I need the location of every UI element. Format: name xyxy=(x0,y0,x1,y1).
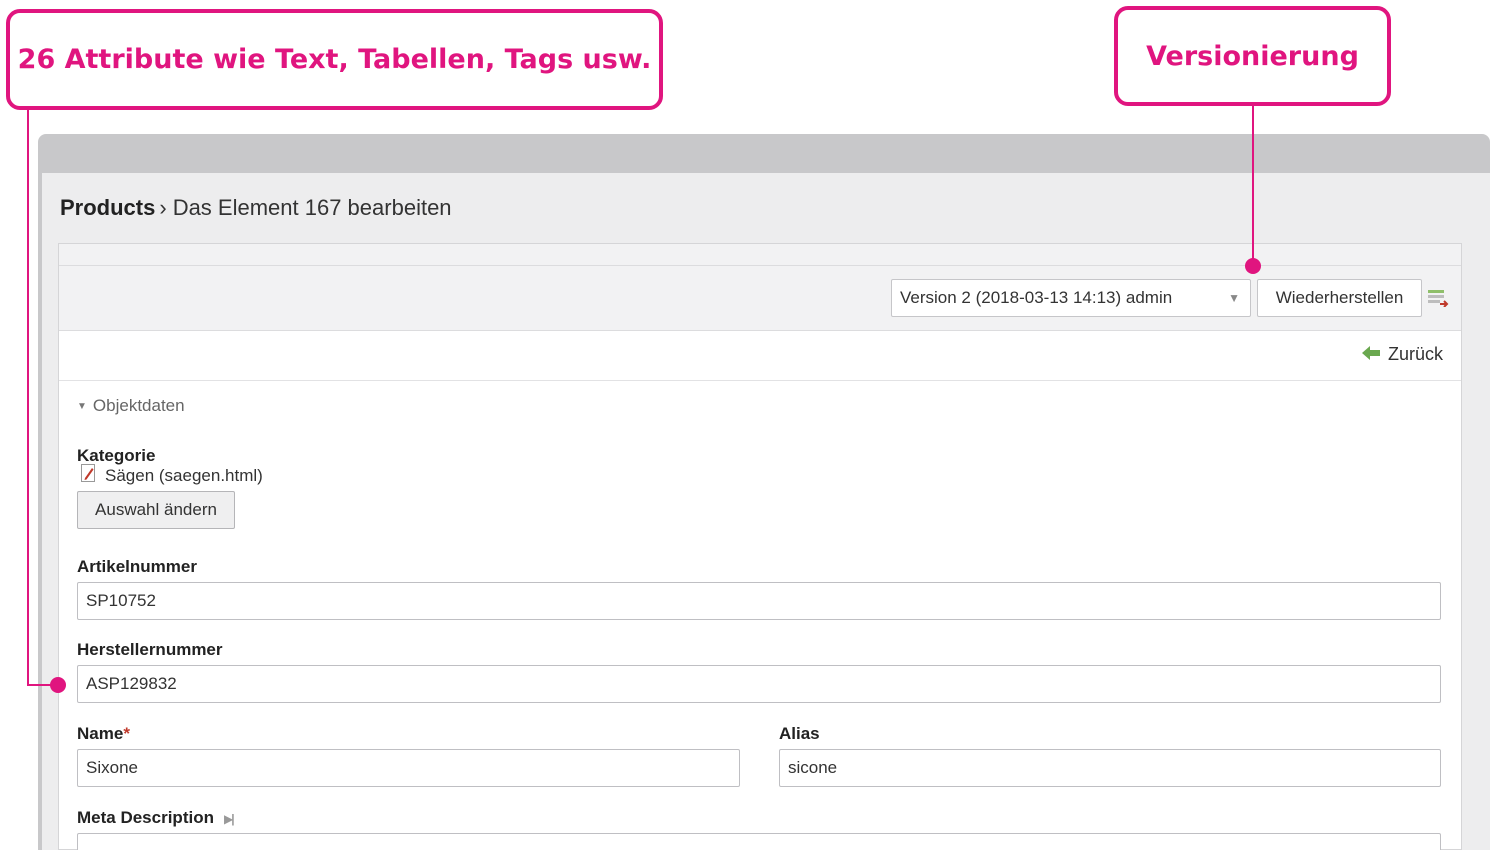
back-row: Zurück xyxy=(59,331,1461,381)
collapse-triangle-icon: ▼ xyxy=(77,401,87,412)
edit-card: Version 2 (2018-03-13 14:13) admin ▼ Wie… xyxy=(58,243,1462,850)
content-panel: Products › Das Element 167 bearbeiten Vers… xyxy=(42,173,1490,850)
breadcrumb: Products › Das Element 167 bearbeiten xyxy=(60,195,452,221)
version-select-value: Version 2 (2018-03-13 14:13) admin xyxy=(900,288,1173,307)
section-objektdaten[interactable]: ▼ Objektdaten xyxy=(77,396,185,416)
back-label: Zurück xyxy=(1387,344,1443,364)
article-number-input[interactable]: SP10752 xyxy=(77,582,1441,620)
restore-button[interactable]: Wiederherstellen xyxy=(1257,279,1422,317)
section-title: Objektdaten xyxy=(92,396,185,415)
alias-input[interactable]: sicone xyxy=(779,749,1441,787)
version-select[interactable]: Version 2 (2018-03-13 14:13) admin ▼ xyxy=(891,279,1251,317)
category-label: Kategorie xyxy=(77,446,156,465)
callout-versioning: Versionierung xyxy=(1114,6,1391,106)
breadcrumb-current: Das Element 167 bearbeiten xyxy=(172,195,452,220)
callout-attributes-text: 26 Attribute wie Text, Tabellen, Tags us… xyxy=(17,44,652,75)
connector-line-left-vertical xyxy=(27,110,29,686)
document-edit-icon xyxy=(81,464,97,487)
connector-dot-left xyxy=(50,677,66,693)
manufacturer-number-label: Herstellernummer xyxy=(77,640,223,659)
manufacturer-number-input[interactable]: ASP129832 xyxy=(77,665,1441,703)
toggle-arrow-icon[interactable]: ▶| xyxy=(224,812,235,826)
connector-dot-right xyxy=(1245,258,1261,274)
category-value[interactable]: Sägen (saegen.html) xyxy=(81,464,263,487)
compare-versions-icon[interactable] xyxy=(1427,289,1449,308)
breadcrumb-section[interactable]: Products xyxy=(60,195,155,220)
back-arrow-icon xyxy=(1361,344,1380,365)
version-bar: Version 2 (2018-03-13 14:13) admin ▼ Wie… xyxy=(59,266,1461,331)
callout-versioning-text: Versionierung xyxy=(1146,40,1359,72)
callout-attributes: 26 Attribute wie Text, Tabellen, Tags us… xyxy=(6,9,663,110)
caret-down-icon: ▼ xyxy=(1228,291,1240,305)
category-value-text: Sägen (saegen.html) xyxy=(105,465,263,485)
name-label: Name* xyxy=(77,724,130,744)
meta-description-label-text: Meta Description xyxy=(77,808,214,827)
app-window: Products › Das Element 167 bearbeiten Vers… xyxy=(38,134,1490,850)
article-number-label: Artikelnummer xyxy=(77,557,197,576)
back-link[interactable]: Zurück xyxy=(1361,344,1443,365)
change-selection-button[interactable]: Auswahl ändern xyxy=(77,491,235,529)
meta-description-label: Meta Description ▶| xyxy=(77,808,235,828)
connector-line-right-vertical xyxy=(1252,106,1254,262)
meta-description-input[interactable] xyxy=(77,833,1441,850)
name-input[interactable]: Sixone xyxy=(77,749,740,787)
alias-label: Alias xyxy=(779,724,820,743)
breadcrumb-separator: › xyxy=(159,195,167,220)
required-mark: * xyxy=(123,724,130,743)
name-label-text: Name xyxy=(77,724,124,743)
